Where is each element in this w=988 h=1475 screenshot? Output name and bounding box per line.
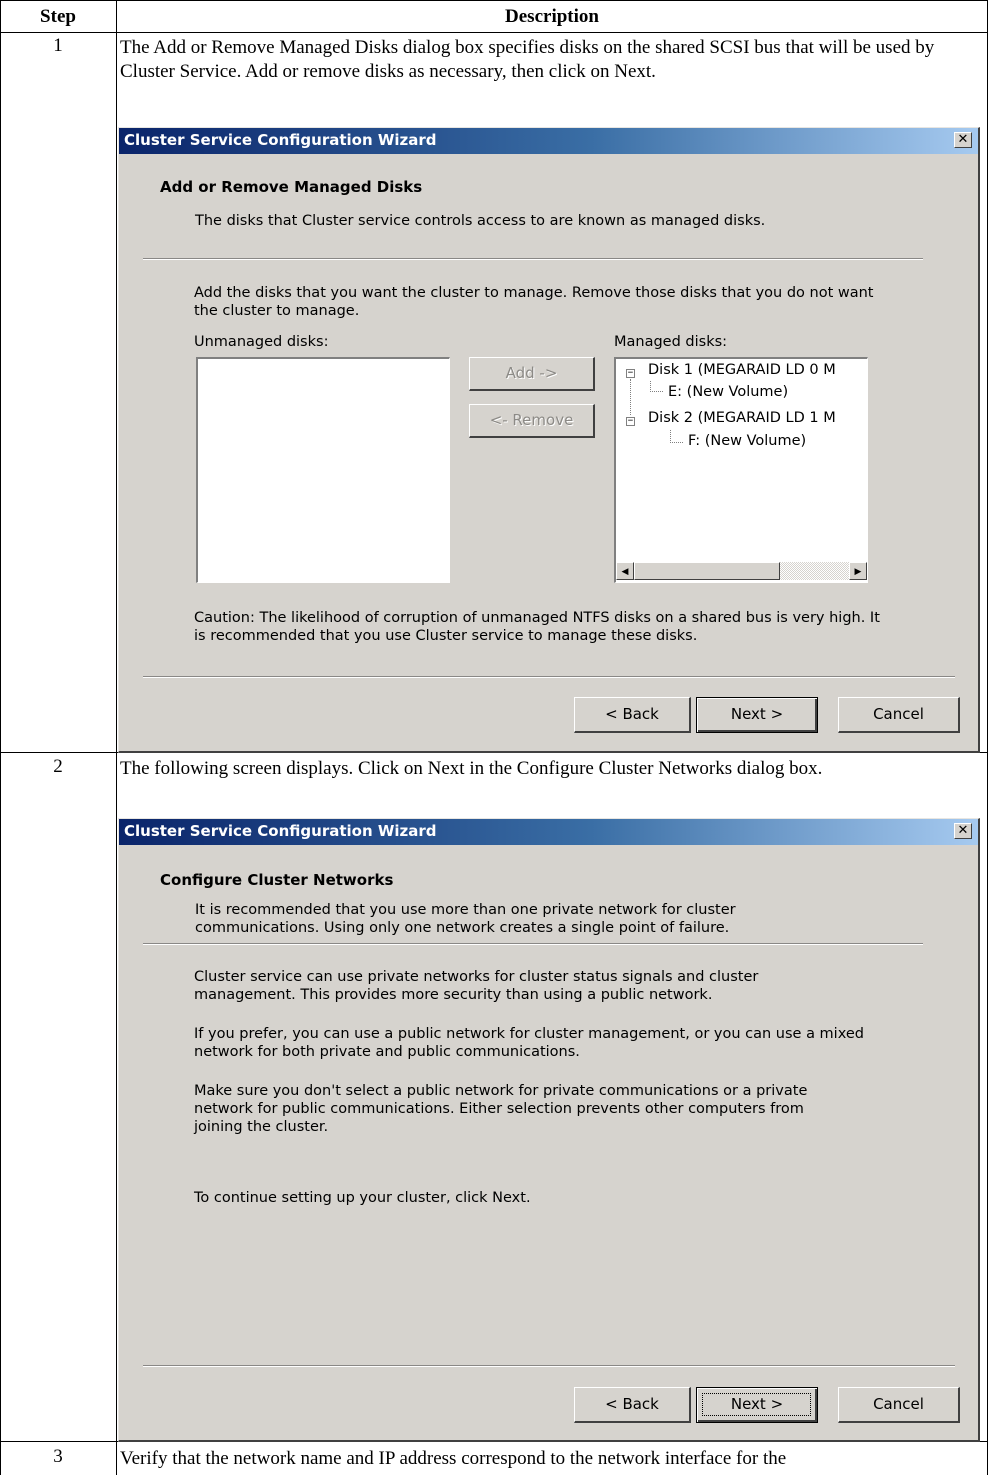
back-button[interactable]: < Back xyxy=(574,697,691,733)
header-description: Description xyxy=(505,6,599,27)
step-number-1: 1 xyxy=(53,35,63,56)
next-button[interactable]: Next > xyxy=(696,1387,818,1423)
step-description-2: The following screen displays. Click on … xyxy=(120,758,823,779)
scroll-right-icon[interactable]: ▶ xyxy=(849,562,867,580)
tree-item-volume-f[interactable]: F: (New Volume) xyxy=(688,433,806,449)
managed-disks-label: Managed disks: xyxy=(614,334,728,350)
wizard-dialog-cluster-networks: Cluster Service Configuration Wizard ✕ C… xyxy=(118,818,980,1442)
scroll-left-icon[interactable]: ◀ xyxy=(616,562,634,580)
unmanaged-disks-label: Unmanaged disks: xyxy=(194,334,329,350)
horizontal-scrollbar[interactable]: ◀ ▶ xyxy=(616,562,867,580)
cancel-button[interactable]: Cancel xyxy=(838,1387,960,1423)
managed-disks-tree[interactable]: − Disk 1 (MEGARAID LD 0 M E: (New Volume… xyxy=(614,357,868,583)
caution-text: Caution: The likelihood of corruption of… xyxy=(194,610,880,644)
back-button[interactable]: < Back xyxy=(574,1387,691,1423)
dialog-titlebar: Cluster Service Configuration Wizard ✕ xyxy=(119,128,978,154)
tree-connector xyxy=(670,430,683,443)
paragraph-continue: To continue setting up your cluster, cli… xyxy=(194,1190,531,1206)
focus-ring xyxy=(702,1393,811,1416)
wizard-dialog-managed-disks: Cluster Service Configuration Wizard ✕ A… xyxy=(118,127,980,753)
next-button[interactable]: Next > xyxy=(696,697,818,733)
wizard-page-subtitle: It is recommended that you use more than… xyxy=(195,902,736,936)
instructions-text: Add the disks that you want the cluster … xyxy=(194,285,874,319)
header-separator xyxy=(143,943,923,945)
collapse-icon[interactable]: − xyxy=(626,417,635,426)
table-header-divider xyxy=(0,32,988,33)
footer-separator xyxy=(143,1365,955,1367)
table-border-left xyxy=(0,0,1,1475)
remove-button[interactable]: <- Remove xyxy=(469,404,595,438)
tree-item-disk-2[interactable]: Disk 2 (MEGARAID LD 1 M xyxy=(648,410,836,426)
step-number-3: 3 xyxy=(53,1446,63,1467)
unmanaged-disks-list[interactable] xyxy=(196,357,450,583)
header-step: Step xyxy=(40,6,76,27)
table-border-top xyxy=(0,0,988,1)
dialog-title: Cluster Service Configuration Wizard xyxy=(124,822,437,840)
tree-connector xyxy=(650,381,663,392)
document-page: Step Description 1 The Add or Remove Man… xyxy=(0,0,988,1475)
close-icon[interactable]: ✕ xyxy=(954,823,972,839)
step-number-2: 2 xyxy=(53,756,63,777)
wizard-page-title: Add or Remove Managed Disks xyxy=(160,178,423,196)
tree-item-disk-1[interactable]: Disk 1 (MEGARAID LD 0 M xyxy=(648,362,836,378)
paragraph-private-networks: Cluster service can use private networks… xyxy=(194,969,759,1003)
cancel-button[interactable]: Cancel xyxy=(838,697,960,733)
table-column-divider xyxy=(116,0,117,1475)
dialog-titlebar: Cluster Service Configuration Wizard ✕ xyxy=(119,819,978,845)
close-icon[interactable]: ✕ xyxy=(954,132,972,148)
add-button[interactable]: Add -> xyxy=(469,357,595,391)
tree-item-volume-e[interactable]: E: (New Volume) xyxy=(668,384,788,400)
step-description-3: Verify that the network name and IP addr… xyxy=(120,1448,787,1469)
scrollbar-thumb[interactable] xyxy=(634,562,780,580)
collapse-icon[interactable]: − xyxy=(626,369,635,378)
wizard-page-subtitle: The disks that Cluster service controls … xyxy=(195,213,766,229)
header-separator xyxy=(143,258,923,260)
wizard-page-title: Configure Cluster Networks xyxy=(160,871,394,889)
footer-separator xyxy=(143,676,955,678)
step-description-1: The Add or Remove Managed Disks dialog b… xyxy=(120,37,935,82)
paragraph-warning: Make sure you don't select a public netw… xyxy=(194,1083,808,1135)
dialog-title: Cluster Service Configuration Wizard xyxy=(124,131,437,149)
paragraph-public-network: If you prefer, you can use a public netw… xyxy=(194,1026,864,1060)
tree-connector xyxy=(630,379,631,415)
